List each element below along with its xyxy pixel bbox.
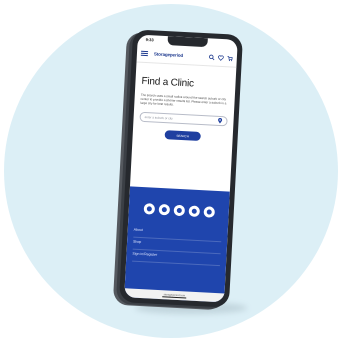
facebook-icon[interactable] xyxy=(143,203,155,215)
phone-screen: 9:33 Storageperiod Find a Clinic The sea… xyxy=(124,34,238,303)
youtube-icon[interactable] xyxy=(188,205,200,218)
heart-icon[interactable] xyxy=(218,54,224,61)
phone-body: 9:33 Storageperiod Find a Clinic The sea… xyxy=(118,29,244,308)
site-logo[interactable]: Storageperiod xyxy=(154,51,183,58)
search-placeholder: enter a suburb or city xyxy=(144,115,173,121)
menu-icon[interactable] xyxy=(140,50,149,57)
cart-icon[interactable] xyxy=(227,55,233,61)
page-title: Find a Clinic xyxy=(141,75,195,90)
twitter-icon[interactable] xyxy=(173,204,185,217)
site-footer: About Shop Sign in/Register xyxy=(124,186,230,303)
location-search-input[interactable]: enter a suburb or city xyxy=(139,111,228,127)
phone-mockup: 9:33 Storageperiod Find a Clinic The sea… xyxy=(118,29,244,308)
location-pin-icon[interactable] xyxy=(217,117,223,124)
footer-links: About Shop Sign in/Register xyxy=(126,225,228,267)
status-time: 9:33 xyxy=(145,36,154,43)
main-content: Find a Clinic The search uses a small ra… xyxy=(133,63,237,143)
pinterest-icon[interactable] xyxy=(202,206,215,218)
page-description: The search uses a small radius around th… xyxy=(140,92,227,107)
instagram-icon[interactable] xyxy=(158,203,170,216)
search-icon[interactable] xyxy=(209,54,215,60)
social-icons xyxy=(129,202,229,218)
search-button[interactable]: SEARCH xyxy=(164,130,201,141)
